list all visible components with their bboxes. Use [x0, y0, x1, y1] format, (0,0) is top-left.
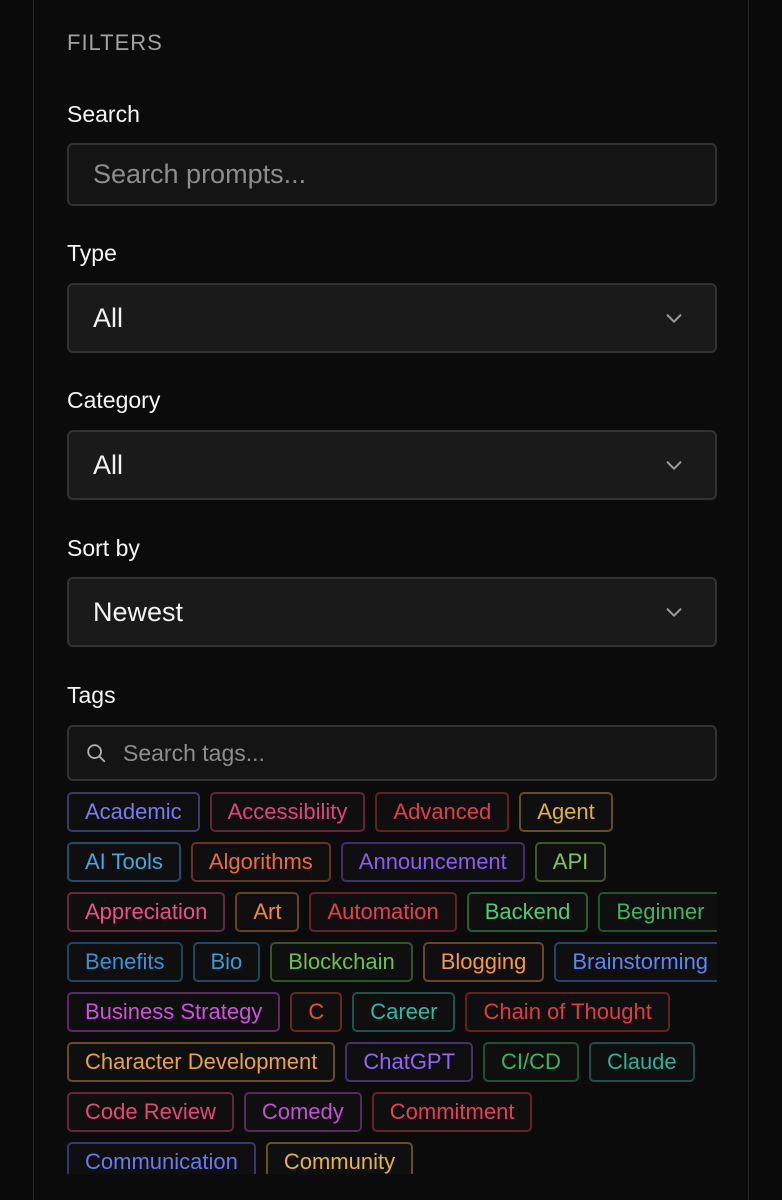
tag-chip[interactable]: AI Tools [67, 842, 181, 882]
tag-chip[interactable]: Blogging [422, 942, 545, 982]
tag-list: Academic Accessibility Advanced Agent AI Too… [67, 792, 717, 1174]
sort-select-value: Newest [93, 596, 184, 627]
tag-chip[interactable]: Career [352, 992, 456, 1032]
chevron-down-icon [666, 608, 682, 617]
tag-chip[interactable]: Art [235, 892, 300, 932]
tag-chip[interactable]: C [290, 992, 343, 1032]
type-label: Type [67, 240, 117, 266]
tag-chip[interactable]: Community [265, 1142, 414, 1174]
tag-chip[interactable]: Accessibility [209, 792, 366, 832]
category-select[interactable]: All [67, 430, 717, 500]
filters-heading: FILTERS [67, 30, 163, 55]
tag-chip[interactable]: Communication [67, 1142, 256, 1174]
sort-label: Sort by [67, 535, 140, 561]
tag-chip[interactable]: ChatGPT [345, 1042, 474, 1082]
tags-label: Tags [67, 682, 116, 708]
search-icon [87, 744, 106, 763]
tag-chip[interactable]: Advanced [375, 792, 510, 832]
tag-chip[interactable]: Appreciation [67, 892, 226, 932]
chevron-down-icon [666, 461, 682, 470]
tag-chip[interactable]: Agent [519, 792, 613, 832]
tag-chip[interactable]: Claude [588, 1042, 695, 1082]
search-input[interactable] [69, 145, 715, 203]
tag-chip[interactable]: Business Strategy [67, 992, 281, 1032]
tag-chip[interactable]: Brainstorming [554, 942, 717, 982]
tag-chip[interactable]: Benefits [67, 942, 183, 982]
type-select[interactable]: All [67, 283, 717, 353]
tag-search-field[interactable] [67, 725, 717, 781]
tag-chip[interactable]: Comedy [243, 1092, 362, 1132]
tag-chip[interactable]: Character Development [67, 1042, 336, 1082]
sort-select[interactable]: Newest [67, 577, 717, 647]
filters-panel: FILTERS Search Type All Category All Sor… [33, 0, 749, 1200]
chevron-down-icon [666, 314, 682, 323]
tag-chip[interactable]: Algorithms [190, 842, 331, 882]
tag-search-input[interactable] [107, 728, 683, 778]
tag-chip[interactable]: Code Review [67, 1092, 234, 1132]
search-label: Search [67, 101, 140, 127]
tag-chip[interactable]: Academic [67, 792, 200, 832]
tag-chip[interactable]: API [534, 842, 607, 882]
tag-chip[interactable]: Announcement [340, 842, 525, 882]
tag-chip[interactable]: Blockchain [270, 942, 413, 982]
tag-chip[interactable]: Automation [309, 892, 457, 932]
category-select-value: All [93, 449, 124, 480]
tag-chip[interactable]: Beginner [598, 892, 717, 932]
tag-chip[interactable]: Backend [466, 892, 589, 932]
tag-chip[interactable]: Commitment [371, 1092, 533, 1132]
search-field[interactable] [67, 143, 717, 206]
type-select-value: All [93, 302, 124, 333]
tag-chip[interactable]: Bio [192, 942, 261, 982]
tag-chip[interactable]: CI/CD [483, 1042, 579, 1082]
category-label: Category [67, 387, 161, 413]
filters-inner: FILTERS Search Type All Category All Sor… [67, 0, 717, 1174]
tag-chip[interactable]: Chain of Thought [465, 992, 670, 1032]
